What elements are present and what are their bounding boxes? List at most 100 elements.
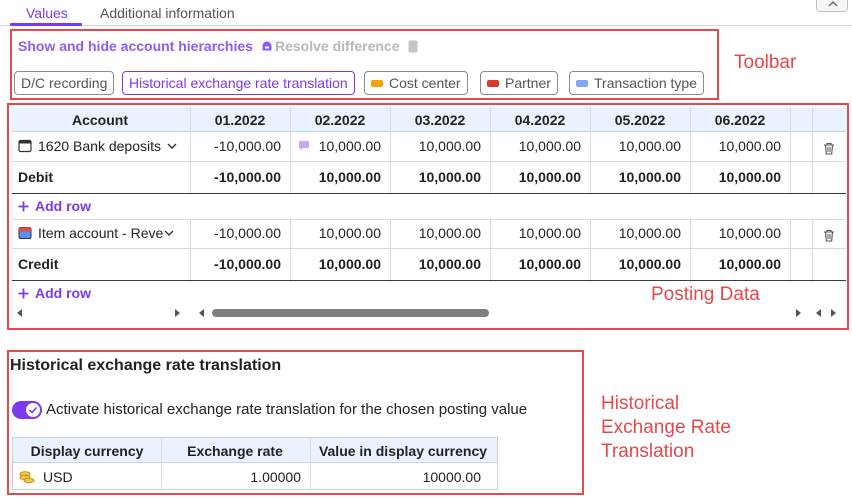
total-label-credit: Credit xyxy=(18,256,59,272)
add-row-label: Add row xyxy=(35,285,91,301)
check-icon xyxy=(28,406,38,414)
delete-row-button[interactable] xyxy=(818,223,840,247)
show-hide-hierarchies-button[interactable]: Show and hide account hierarchies xyxy=(18,38,273,54)
add-row-label: Add row xyxy=(35,198,91,214)
total-cell: 10,000.00 xyxy=(618,256,681,272)
chevron-down-icon xyxy=(164,230,174,236)
exchange-rate-table: Display currency Exchange rate Value in … xyxy=(12,437,498,490)
header-account: Account xyxy=(72,111,128,128)
value-cell[interactable]: 10,000.00 xyxy=(590,134,690,158)
header-period: 05.2022 xyxy=(614,111,666,128)
value-cell[interactable]: 10,000.00 xyxy=(590,221,690,245)
chip-label: Partner xyxy=(505,75,551,91)
total-cell: 10,000.00 xyxy=(518,169,581,185)
trash-icon xyxy=(824,229,834,242)
value-cell[interactable]: 10,000.00 xyxy=(290,221,390,245)
account-name: Item account - Revenue xyxy=(38,225,164,241)
hierarchy-icon xyxy=(262,41,272,51)
chip-partner[interactable]: Partner xyxy=(480,71,558,95)
partner-swatch-icon xyxy=(487,79,499,87)
value-cell[interactable]: 10,000.00 xyxy=(490,221,590,245)
total-cell: 10,000.00 xyxy=(518,256,581,272)
value-cell[interactable]: -10,000.00 xyxy=(190,221,290,245)
total-cell: 10,000.00 xyxy=(718,256,781,272)
header-period: 04.2022 xyxy=(514,111,566,128)
toolbar-annotation-label: Toolbar xyxy=(734,52,797,73)
chip-cost-center[interactable]: Cost center xyxy=(364,71,468,95)
scroll-left-icon xyxy=(17,309,22,317)
scroll-right-icon xyxy=(796,309,801,317)
value-cell[interactable]: 10,000.00 xyxy=(690,134,790,158)
total-cell: -10,000.00 xyxy=(214,256,281,272)
currency-code: USD xyxy=(43,468,73,485)
value-cell[interactable]: -10,000.00 xyxy=(190,134,290,158)
total-cell: 10,000.00 xyxy=(418,256,481,272)
scroll-right-icon xyxy=(831,309,836,317)
value-cell[interactable]: 10,000.00 xyxy=(490,134,590,158)
chip-label: D/C recording xyxy=(21,75,108,91)
historical-translation-toggle-label: Activate historical exchange rate transl… xyxy=(46,401,528,418)
exchange-rate-cell[interactable]: 1.00000 xyxy=(161,464,310,489)
add-row-button[interactable]: Add row xyxy=(18,281,91,305)
header-period: 01.2022 xyxy=(214,111,266,128)
historical-annotation-label: Historical Exchange Rate Translation xyxy=(601,393,731,462)
scroll-left-icon xyxy=(199,309,204,317)
main-horizontal-scrollbar[interactable] xyxy=(190,307,846,319)
scrollbar-thumb xyxy=(212,309,489,317)
toggle-knob xyxy=(26,403,40,417)
plus-icon xyxy=(18,288,29,298)
header-value-display-currency: Value in display currency xyxy=(318,442,488,459)
chip-label: Transaction type xyxy=(594,75,697,91)
item-account-icon xyxy=(18,227,32,239)
total-cell: 10,000.00 xyxy=(618,169,681,185)
trash-icon xyxy=(824,142,834,155)
tab-values[interactable]: Values xyxy=(26,5,68,21)
total-cell: 10,000.00 xyxy=(318,256,381,272)
resolve-difference-button[interactable]: Resolve difference xyxy=(275,38,418,54)
scroll-left-icon xyxy=(816,309,821,317)
chip-dc-recording[interactable]: D/C recording xyxy=(14,71,115,95)
collapse-button[interactable] xyxy=(816,0,848,12)
posting-data-annotation-label: Posting Data xyxy=(651,284,760,305)
add-row-button[interactable]: Add row xyxy=(18,194,91,218)
account-selector-item-account[interactable]: Item account - Revenue xyxy=(18,221,190,245)
historical-translation-toggle[interactable] xyxy=(12,401,42,419)
value-cell[interactable]: 10,000.00 xyxy=(390,221,490,245)
historical-section-title: Historical exchange rate translation xyxy=(10,357,282,374)
value-cell[interactable]: 10,000.00 xyxy=(290,134,390,158)
calendar-icon xyxy=(18,139,32,153)
chevron-up-icon xyxy=(828,1,838,7)
scroll-right-icon xyxy=(175,309,180,317)
value-display-currency-cell: 10000.00 xyxy=(422,468,481,485)
chip-transaction-type[interactable]: Transaction type xyxy=(569,71,704,95)
chevron-down-icon xyxy=(167,143,177,149)
total-cell: -10,000.00 xyxy=(214,169,281,185)
total-cell: 10,000.00 xyxy=(318,169,381,185)
header-period: 06.2022 xyxy=(714,111,766,128)
plus-icon xyxy=(18,201,29,211)
show-hide-hierarchies-label: Show and hide account hierarchies xyxy=(18,38,253,54)
left-horizontal-scrollbar[interactable] xyxy=(12,307,192,319)
header-exchange-rate: Exchange rate xyxy=(187,442,283,459)
account-name: 1620 Bank deposits xyxy=(38,138,161,154)
header-period: 02.2022 xyxy=(314,111,366,128)
resolve-difference-label: Resolve difference xyxy=(275,38,400,54)
cost-center-swatch-icon xyxy=(371,79,383,87)
value-cell[interactable]: 10,000.00 xyxy=(390,134,490,158)
delete-row-button[interactable] xyxy=(818,136,840,160)
total-label-debit: Debit xyxy=(18,169,53,185)
total-cell: 10,000.00 xyxy=(418,169,481,185)
value-cell[interactable]: 10,000.00 xyxy=(690,221,790,245)
account-selector-bank-deposits[interactable]: 1620 Bank deposits xyxy=(18,134,190,158)
chip-label: Cost center xyxy=(389,75,461,91)
coins-icon xyxy=(19,470,35,483)
value-text: 10,000.00 xyxy=(318,138,381,154)
tab-bar: Values Additional information xyxy=(0,0,852,26)
active-tab-indicator xyxy=(10,23,82,26)
tab-additional-information[interactable]: Additional information xyxy=(100,5,235,21)
transaction-type-swatch-icon xyxy=(576,79,588,87)
header-display-currency: Display currency xyxy=(30,442,144,459)
currency-cell: USD xyxy=(19,464,159,489)
chip-historical-exchange-rate[interactable]: Historical exchange rate translation xyxy=(122,71,355,95)
document-icon xyxy=(408,40,417,52)
